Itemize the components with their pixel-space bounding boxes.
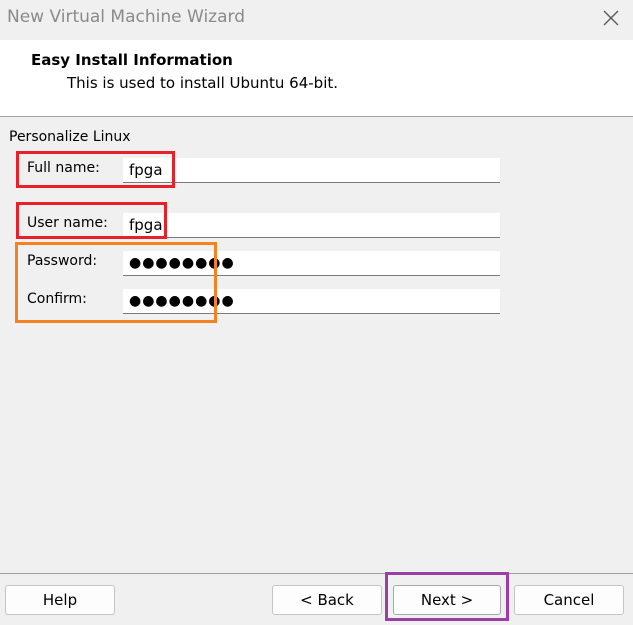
close-icon <box>603 10 619 26</box>
user-name-label: User name: <box>27 215 108 231</box>
password-label: Password: <box>27 253 98 269</box>
user-name-field[interactable]: fpga <box>123 213 500 238</box>
title-bar: New Virtual Machine Wizard <box>0 0 633 38</box>
wizard-window: New Virtual Machine Wizard Easy Install … <box>0 0 633 625</box>
help-button[interactable]: Help <box>5 585 115 615</box>
close-button[interactable] <box>592 1 630 35</box>
wizard-header: Easy Install Information This is used to… <box>0 40 633 116</box>
window-title: New Virtual Machine Wizard <box>7 7 245 27</box>
cancel-button[interactable]: Cancel <box>514 585 624 615</box>
confirm-password-field[interactable]: ●●●●●●●● <box>123 289 500 314</box>
footer-divider <box>0 573 633 574</box>
full-name-label: Full name: <box>27 160 100 176</box>
section-label-personalize: Personalize Linux <box>9 129 131 145</box>
full-name-field[interactable]: fpga <box>123 158 500 183</box>
confirm-label: Confirm: <box>27 291 87 307</box>
next-button[interactable]: Next > <box>393 585 501 615</box>
password-field[interactable]: ●●●●●●●● <box>123 251 500 276</box>
page-title: Easy Install Information <box>31 51 233 69</box>
back-button[interactable]: < Back <box>272 585 382 615</box>
header-divider <box>0 116 633 117</box>
page-subtitle: This is used to install Ubuntu 64-bit. <box>67 74 339 92</box>
